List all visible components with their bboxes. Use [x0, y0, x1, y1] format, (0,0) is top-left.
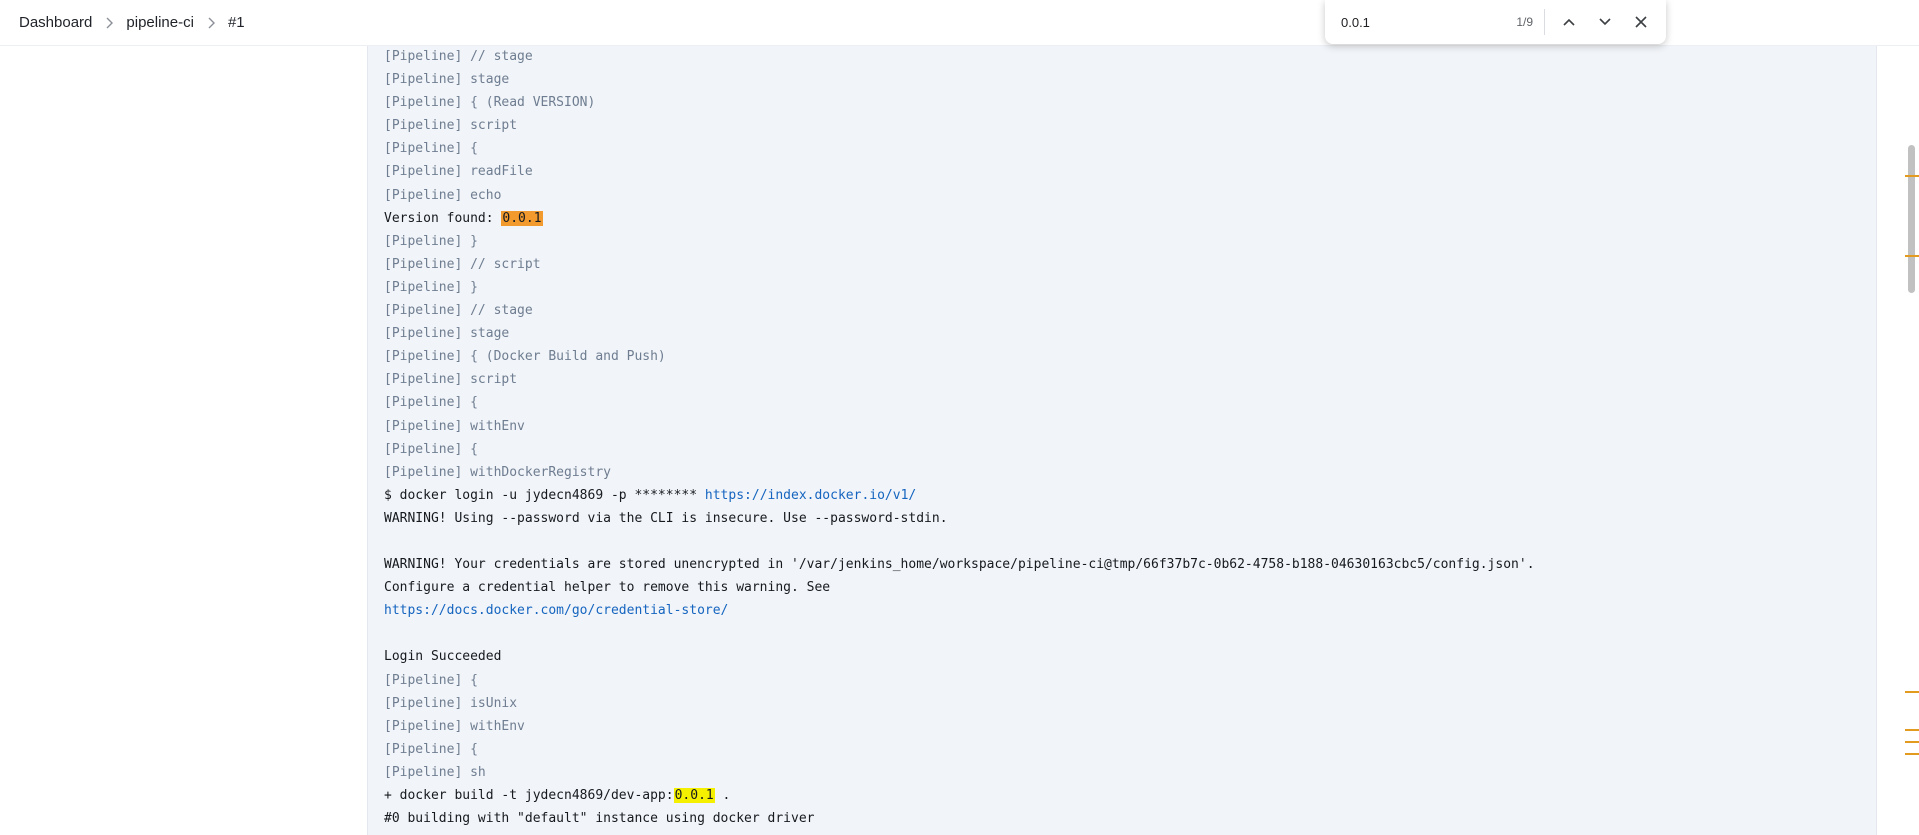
console-line: [Pipeline] stage [384, 326, 510, 342]
console-line: [Pipeline] readFile [384, 164, 533, 180]
chevron-up-icon [1563, 18, 1575, 26]
console-link[interactable]: https://docs.docker.com/go/credential-st… [384, 603, 728, 618]
console-line: WARNING! Your credentials are stored une… [384, 557, 1535, 573]
find-current-match: 0.0.1 [501, 210, 543, 226]
console-line: [Pipeline] { [384, 141, 478, 157]
console-line: Login Succeeded [384, 649, 502, 665]
console-line: [Pipeline] { [384, 741, 478, 757]
console-line: [Pipeline] script [384, 118, 518, 134]
console-line: [Pipeline] // stage [384, 303, 533, 319]
console-line: [Pipeline] } [384, 279, 478, 295]
console-line: [Pipeline] } [384, 233, 478, 249]
console-line: [Pipeline] { (Docker Build and Push) [384, 349, 666, 365]
console-line: $ docker login -u jydecn4869 -p ********… [384, 484, 1535, 507]
console-line: [Pipeline] withEnv [384, 718, 525, 734]
console-line: [Pipeline] isUnix [384, 695, 518, 711]
console-output[interactable]: [Pipeline] // stage [Pipeline] stage [Pipe… [367, 0, 1877, 835]
console-line: WARNING! Using --password via the CLI is… [384, 510, 948, 526]
scrollbar-track[interactable] [1903, 0, 1919, 835]
console-line: [Pipeline] withEnv [384, 418, 525, 434]
scrollbar-match-marker [1905, 729, 1919, 731]
console-line: [Pipeline] { [384, 672, 478, 688]
console-line: [Pipeline] sh [384, 764, 486, 780]
jenkins-console-page: Dashboard pipeline-ci #1 [Pipeline] // s… [0, 0, 1919, 835]
console-line: [Pipeline] stage [384, 72, 510, 88]
find-next-button[interactable] [1591, 8, 1619, 36]
console-line: Version found: 0.0.1 [384, 207, 1535, 230]
console-line: [Pipeline] { [384, 441, 478, 457]
scrollbar-match-marker [1905, 741, 1919, 743]
chevron-right-icon [105, 17, 114, 29]
breadcrumb-pipeline-ci[interactable]: pipeline-ci [126, 14, 194, 31]
find-previous-button[interactable] [1555, 8, 1583, 36]
find-bar: 1/9 [1325, 0, 1666, 44]
console-line: [Pipeline] withDockerRegistry [384, 464, 611, 480]
find-match-count: 1/9 [1516, 15, 1533, 29]
console-line: + docker build -t jydecn4869/dev-app:0.0… [384, 784, 1535, 807]
breadcrumb-dashboard[interactable]: Dashboard [19, 14, 92, 31]
scrollbar-match-marker [1905, 255, 1919, 257]
scrollbar-thumb[interactable] [1908, 145, 1915, 293]
console-text: Version found: [384, 210, 502, 226]
find-divider [1544, 9, 1545, 35]
console-line: https://docs.docker.com/go/credential-st… [384, 599, 1535, 622]
console-line: [Pipeline] // stage [384, 49, 533, 64]
console-line: [Pipeline] echo [384, 187, 502, 203]
console-link[interactable]: https://index.docker.io/v1/ [705, 488, 916, 503]
console-text: + docker build -t jydecn4869/dev-app: [384, 788, 674, 803]
close-icon [1635, 16, 1647, 28]
scrollbar-match-marker [1905, 175, 1919, 177]
console-line: [Pipeline] script [384, 372, 518, 388]
breadcrumb-build-number[interactable]: #1 [228, 14, 245, 31]
console-line: #0 building with "default" instance usin… [384, 811, 815, 827]
find-match: 0.0.1 [673, 788, 715, 803]
console-line: [Pipeline] { [384, 395, 478, 411]
console-text: $ docker login -u jydecn4869 -p ******** [384, 487, 705, 503]
find-input[interactable] [1341, 14, 1491, 30]
console-line: [Pipeline] { (Read VERSION) [384, 95, 596, 111]
console-lines: [Pipeline] // stage [Pipeline] stage [Pipe… [384, 45, 1535, 830]
console-line: Configure a credential helper to remove … [384, 580, 831, 596]
scrollbar-match-marker [1905, 753, 1919, 755]
chevron-down-icon [1599, 18, 1611, 26]
console-line: [Pipeline] // script [384, 256, 541, 272]
scrollbar-match-marker [1905, 691, 1919, 693]
console-text: . [714, 788, 731, 803]
find-close-button[interactable] [1627, 8, 1655, 36]
chevron-right-icon [207, 17, 215, 29]
